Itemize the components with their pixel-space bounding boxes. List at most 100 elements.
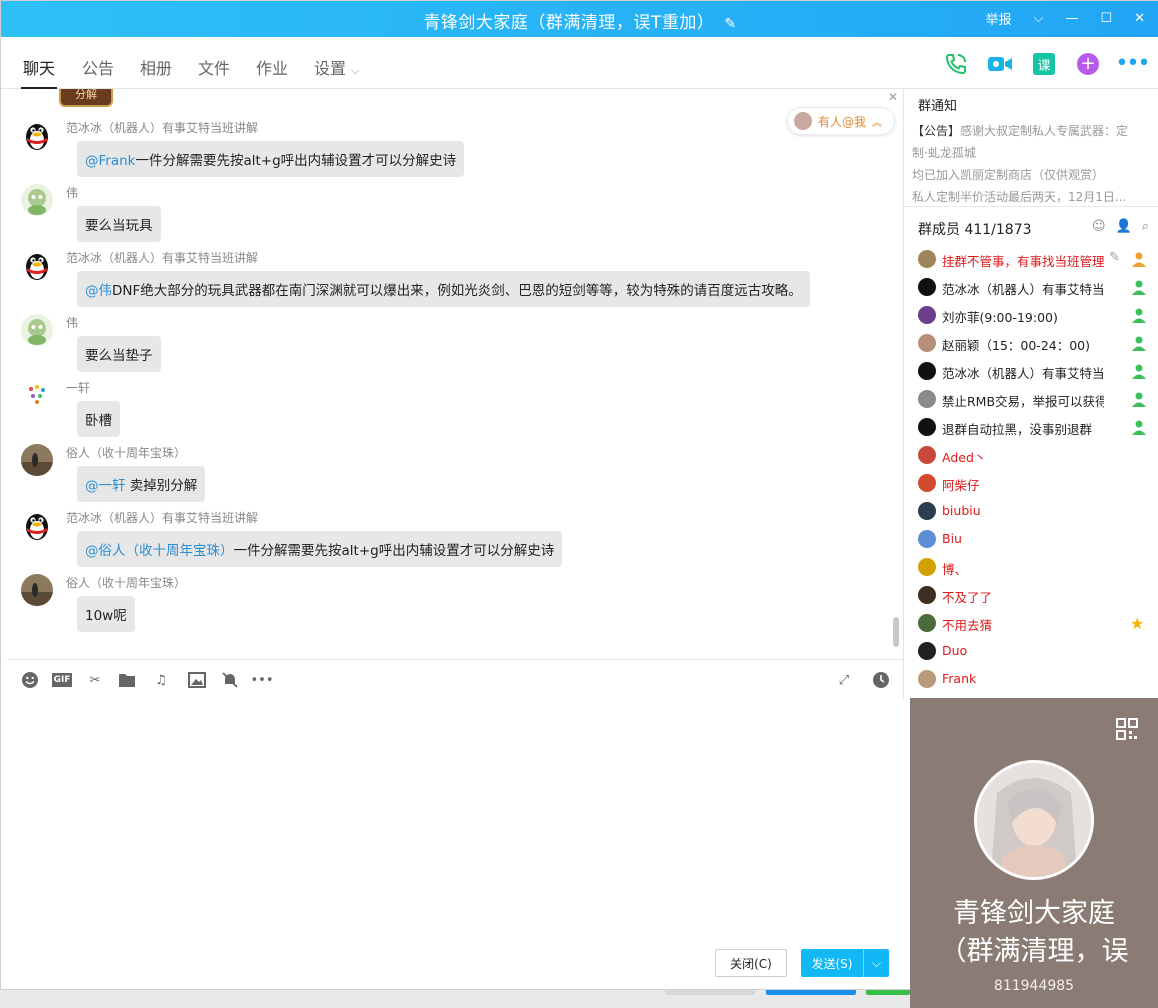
sender-name[interactable]: 范冰冰（机器人）有事艾特当班讲解: [66, 119, 258, 136]
tab-files[interactable]: 文件: [198, 55, 230, 79]
member-item[interactable]: 范冰冰（机器人）有事艾特当班讲解: [918, 359, 1148, 383]
more-tools-icon[interactable]: •••: [251, 670, 274, 690]
tab-settings[interactable]: 设置 ⌵: [314, 55, 359, 79]
group-notice[interactable]: 群通知 【公告】感谢大叔定制私人专属武器：定 制·虬龙孤城 均已加入凯丽定制商店…: [904, 89, 1158, 207]
avatar[interactable]: [21, 444, 53, 476]
avatar[interactable]: [21, 574, 53, 606]
member-name: 禁止RMB交易，举报可以获得奖励: [942, 394, 1104, 409]
sender-name[interactable]: 伟: [66, 314, 78, 331]
message-bubble[interactable]: 10w呢: [77, 596, 135, 632]
member-item[interactable]: 不用去猜 ★: [918, 611, 1148, 635]
sender-name[interactable]: 俗人（收十周年宝珠）: [66, 444, 186, 461]
tab-announcement[interactable]: 公告: [82, 55, 114, 79]
music-icon[interactable]: ♫: [151, 670, 171, 690]
avatar[interactable]: [21, 379, 53, 411]
message-input[interactable]: [7, 699, 903, 989]
message-list[interactable]: 分解 ✕ 有人@我 ︽ 范冰冰（机器人）有事艾特当班讲解 @Frank一件分解需…: [7, 89, 903, 659]
maximize-icon[interactable]: ☐: [1100, 11, 1112, 26]
folder-icon[interactable]: [117, 670, 137, 690]
screenshot-scissors-icon[interactable]: ✂: [85, 670, 105, 690]
member-name: 退群自动拉黑，没事别退群: [942, 422, 1093, 437]
tab-homework[interactable]: 作业: [256, 55, 288, 79]
message-bubble[interactable]: @一轩 卖掉别分解: [77, 466, 206, 502]
member-name: biubiu: [942, 503, 981, 518]
sender-name[interactable]: 一轩: [66, 379, 90, 396]
message-bubble[interactable]: @俗人（收十周年宝珠）一件分解需要先按alt+g呼出内辅设置才可以分解史诗: [77, 531, 563, 567]
member-name: 范冰冰（机器人）有事艾特当班讲解: [942, 282, 1104, 297]
member-name: 刘亦菲(9:00-19:00): [942, 310, 1058, 325]
message-bubble[interactable]: 要么当玩具: [77, 206, 161, 242]
member-item[interactable]: 阿柴仔: [918, 471, 1148, 495]
avatar: [918, 474, 936, 492]
emoji-icon[interactable]: [20, 670, 40, 690]
close-button[interactable]: 关闭(C): [715, 949, 787, 977]
more-icon[interactable]: •••: [1116, 51, 1151, 77]
avatar[interactable]: [21, 249, 53, 281]
mute-bell-icon[interactable]: [220, 670, 240, 690]
avatar[interactable]: [21, 119, 53, 151]
gif-icon[interactable]: GIF: [51, 670, 73, 690]
chevron-down-icon[interactable]: ⌵: [1034, 11, 1044, 26]
avatar[interactable]: [21, 184, 53, 216]
member-item[interactable]: 禁止RMB交易，举报可以获得奖励: [918, 387, 1148, 411]
member-item[interactable]: Duo: [918, 639, 1148, 663]
tab-album[interactable]: 相册: [140, 55, 172, 79]
notice-tag: 【公告】: [912, 124, 961, 138]
member-item[interactable]: 赵丽颖（15：00-24：00): [918, 331, 1148, 355]
edit-icon[interactable]: ✎: [1109, 250, 1120, 265]
video-call-icon[interactable]: [985, 51, 1015, 77]
sender-name[interactable]: 范冰冰（机器人）有事艾特当班讲解: [66, 249, 258, 266]
avatar: [918, 614, 936, 632]
group-avatar[interactable]: [974, 760, 1094, 880]
member-item[interactable]: 博、: [918, 555, 1148, 579]
send-options-chevron-icon[interactable]: ⌵: [863, 949, 889, 977]
sender-name[interactable]: 范冰冰（机器人）有事艾特当班讲解: [66, 509, 258, 526]
minimize-icon[interactable]: —: [1065, 11, 1078, 26]
tab-chat[interactable]: 聊天: [20, 55, 58, 89]
close-icon[interactable]: ✕: [1134, 11, 1145, 26]
close-mention-icon[interactable]: ✕: [888, 90, 898, 104]
history-clock-icon[interactable]: [871, 670, 891, 690]
member-name: 挂群不管事，有事找当班管理: [942, 254, 1104, 269]
mention-pill[interactable]: ✕ 有人@我 ︽: [787, 90, 898, 135]
message-bubble[interactable]: @Frank一件分解需要先按alt+g呼出内辅设置才可以分解史诗: [77, 141, 465, 177]
class-icon[interactable]: 课: [1029, 51, 1059, 77]
sender-name[interactable]: 俗人（收十周年宝珠）: [66, 574, 186, 591]
chevron-up-icon: ︽: [872, 117, 883, 129]
title-bar: 青锋剑大家庭（群满清理，误T重加） ✎ 举报 ⌵ — ☐ ✕: [1, 1, 1158, 37]
window-title: 青锋剑大家庭（群满清理，误T重加）: [423, 13, 715, 33]
member-item[interactable]: 退群自动拉黑，没事别退群: [918, 415, 1148, 439]
member-name: 赵丽颖（15：00-24：00): [942, 338, 1091, 353]
message-bubble[interactable]: 要么当垫子: [77, 336, 161, 372]
avatar[interactable]: [21, 509, 53, 541]
message-bubble[interactable]: 卧槽: [77, 401, 120, 437]
image-icon[interactable]: [187, 670, 207, 690]
member-item[interactable]: 刘亦菲(9:00-19:00): [918, 303, 1148, 327]
member-item[interactable]: 范冰冰（机器人）有事艾特当班讲解: [918, 275, 1148, 299]
admin-icon: [1130, 390, 1148, 408]
member-name: 范冰冰（机器人）有事艾特当班讲解: [942, 366, 1104, 381]
member-chat-icon[interactable]: ☺: [1092, 219, 1106, 234]
add-app-icon[interactable]: +: [1073, 51, 1103, 77]
sender-name[interactable]: 伟: [66, 184, 78, 201]
add-member-icon[interactable]: 👤: [1116, 219, 1132, 234]
member-item[interactable]: biubiu: [918, 499, 1148, 523]
admin-icon: [1130, 418, 1148, 436]
member-item[interactable]: 挂群不管事，有事找当班管理 ✎: [918, 247, 1148, 271]
avatar[interactable]: [21, 314, 53, 346]
report-link[interactable]: 举报: [986, 9, 1012, 28]
member-item[interactable]: Biu: [918, 527, 1148, 551]
send-button[interactable]: 发送(S) ⌵: [801, 949, 889, 977]
member-item[interactable]: Aded丶: [918, 443, 1148, 467]
edit-title-icon[interactable]: ✎: [724, 16, 736, 32]
search-member-icon[interactable]: ⌕: [1142, 219, 1149, 234]
qr-code-icon[interactable]: [1116, 718, 1138, 740]
member-item[interactable]: 不及了了: [918, 583, 1148, 607]
phone-call-icon[interactable]: [941, 51, 971, 77]
star-icon: ★: [1130, 614, 1145, 633]
member-item[interactable]: Frank: [918, 667, 1148, 691]
message-bubble[interactable]: @伟DNF绝大部分的玩具武器都在南门深渊就可以爆出来，例如光炎剑、巴恩的短剑等等…: [77, 271, 810, 307]
expand-icon[interactable]: ⤢: [834, 670, 854, 690]
scrollbar-thumb[interactable]: [893, 617, 899, 647]
background-button: [665, 990, 755, 995]
